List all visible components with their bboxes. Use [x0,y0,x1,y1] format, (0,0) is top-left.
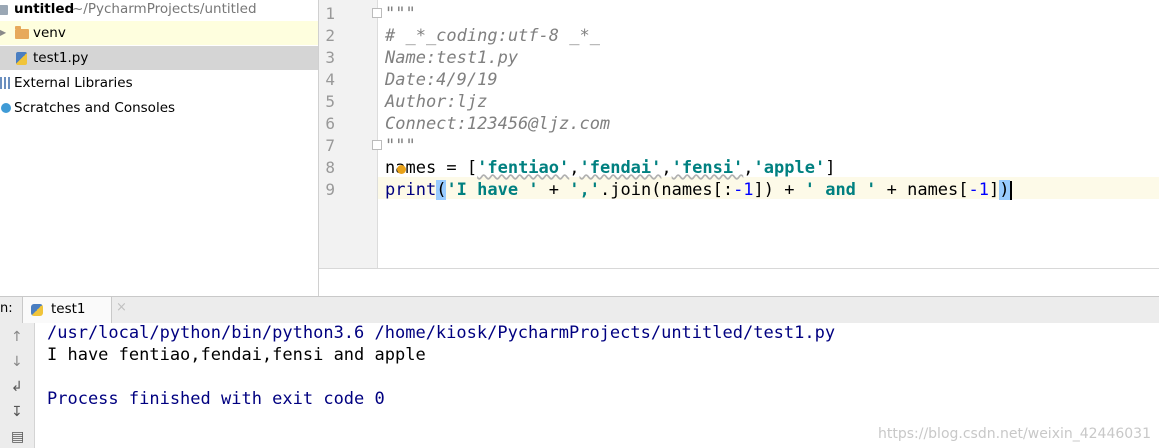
run-toolbar: ↑ ↓ ↲ ↧ ▤ [0,323,35,448]
run-panel-label: n: [0,301,13,316]
code-token: ]) + [753,180,805,200]
string-token: 'I have ' [446,180,539,200]
text-caret [1009,180,1012,200]
line-number: 6 [325,114,335,133]
line-number: 3 [325,48,335,67]
code-line-1: """ [385,4,416,24]
code-editor[interactable]: 1 2 3 4 5 6 7 8 9 """ # _*_coding:utf-8 … [318,0,1159,297]
code-line-4: Date:4/9/19 [385,70,498,90]
tree-root-label: untitled [14,1,75,17]
tree-item-scratches-and-consoles[interactable]: Scratches and Consoles [0,96,318,120]
line-number-gutter[interactable]: 1 2 3 4 5 6 7 8 9 [319,0,382,268]
line-number: 7 [325,136,335,155]
scratches-icon [1,103,11,113]
chevron-right-icon[interactable]: ▶ [0,21,6,45]
code-token: , [569,158,580,178]
string-token: ',' [569,180,600,200]
tree-root-path: ~/PycharmProjects/untitled [72,1,257,17]
tree-item-label: Scratches and Consoles [14,100,176,116]
run-tool-window-header: n: test1 × [0,296,1159,324]
fold-marker-icon[interactable] [372,140,382,150]
number-token: -1 [733,180,754,200]
line-number: 8 [325,158,335,177]
code-token: ] [825,158,836,178]
builtin-token: print [385,180,437,200]
code-token: + [538,180,570,200]
arrow-down-icon[interactable]: ↓ [11,354,23,370]
line-number: 5 [325,92,335,111]
code-token: + names[ [876,180,969,200]
string-token: ' and ' [804,180,877,200]
code-token: , [661,158,672,178]
watermark: https://blog.csdn.net/weixin_42446031 [877,426,1151,442]
line-number: 9 [325,180,335,199]
run-tab-label: test1 [51,301,86,317]
tree-item-test1-py[interactable]: test1.py [0,46,318,70]
tree-item-label: test1.py [33,50,89,66]
line-number: 2 [325,26,335,45]
print-icon[interactable]: ▤ [11,429,24,445]
paren-token: ) [999,180,1010,200]
tree-item-label: External Libraries [14,75,133,91]
code-line-3: Name:test1.py [385,48,519,68]
code-line-7: """ [385,136,416,156]
code-line-6: Connect:123456@ljz.com [385,114,611,134]
console-exit-line: Process finished with exit code 0 [47,389,385,409]
string-token: 'apple' [753,158,826,178]
number-token: -1 [968,180,989,200]
lightbulb-icon[interactable] [397,165,406,174]
close-icon[interactable]: × [116,300,127,315]
folder-icon [0,5,8,15]
console-command-line: /usr/local/python/bin/python3.6 /home/ki… [47,323,836,343]
fold-marker-icon[interactable] [372,8,382,18]
run-tab-test1[interactable]: test1 [22,297,112,323]
python-run-icon [31,304,43,316]
code-token: ] [989,180,1000,200]
code-line-2: # _*_coding:utf-8 _*_ [385,26,600,46]
scroll-to-end-icon[interactable]: ↧ [11,404,23,420]
line-number: 1 [325,4,335,23]
arrow-up-icon[interactable]: ↑ [11,329,23,345]
code-line-9: print('I have ' + ','.join(names[:-1]) +… [385,179,1012,201]
string-token: 'fentiao' [477,158,570,178]
tree-root-untitled[interactable]: untitled ~/PycharmProjects/untitled [0,0,318,21]
soft-wrap-icon[interactable]: ↲ [11,379,23,395]
console-output-line: I have fentiao,fendai,fensi and apple [47,345,426,365]
python-file-icon [16,52,27,65]
tree-item-external-libraries[interactable]: External Libraries [0,71,318,95]
string-token: 'fendai' [579,158,662,178]
code-token: .join(names[: [600,180,734,200]
tree-item-label: venv [33,25,66,41]
editor-footer-strip [319,268,1159,297]
paren-token: ( [436,180,447,200]
string-token: 'fensi' [671,158,744,178]
folder-icon [15,26,29,39]
line-number: 4 [325,70,335,89]
code-line-5: Author:ljz [385,92,488,112]
project-tree: untitled ~/PycharmProjects/untitled ▶ ve… [0,0,318,296]
code-token: , [743,158,754,178]
tree-item-venv[interactable]: ▶ venv [0,21,318,45]
library-icon [0,77,10,89]
code-line-8: names = ['fentiao','fendai','fensi','app… [385,157,835,179]
